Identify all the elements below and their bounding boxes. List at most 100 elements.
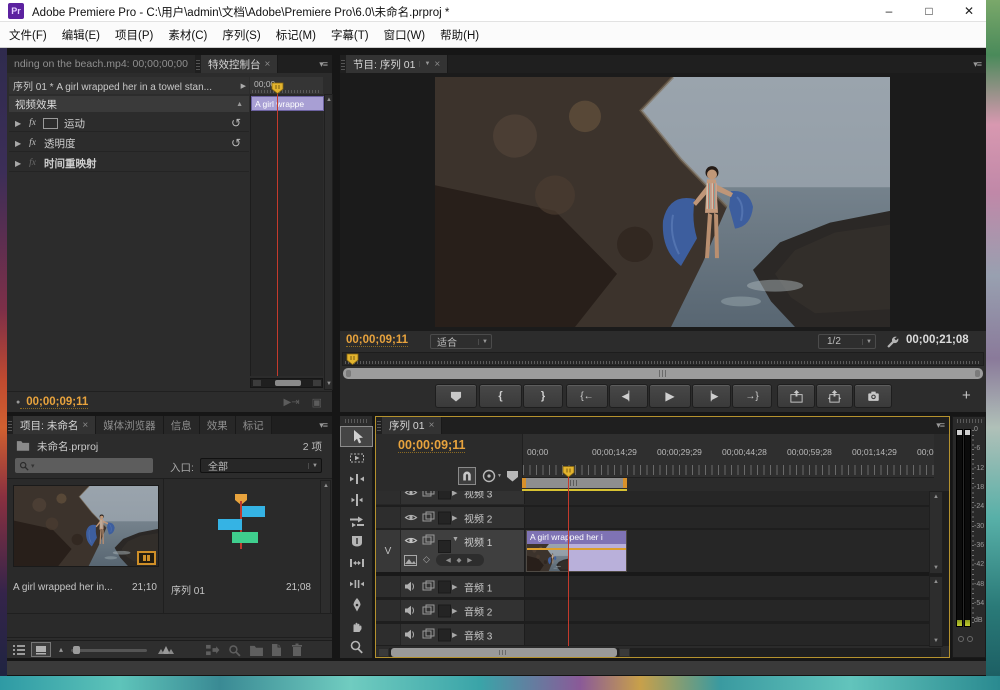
ec-effect-opacity[interactable]: ▶ fx 透明度 ↺ (9, 135, 249, 152)
work-area-bar[interactable] (522, 478, 627, 488)
go-to-out-button[interactable]: →} (732, 384, 772, 408)
menu-title[interactable]: 字幕(T) (331, 27, 369, 43)
tool-razor[interactable] (340, 531, 373, 552)
export-frame-dim-icon[interactable]: ▣ (300, 396, 332, 409)
sequence-icon[interactable] (213, 493, 269, 555)
close-tab-icon[interactable]: × (434, 59, 440, 70)
menu-file[interactable]: 文件(F) (9, 27, 47, 43)
panel-grip[interactable] (345, 419, 368, 423)
new-item-icon[interactable] (270, 643, 283, 657)
opacity-rubber-band[interactable] (527, 548, 626, 550)
tool-hand[interactable] (340, 615, 373, 636)
panel-menu-icon[interactable]: ▾≡ (314, 416, 332, 434)
track-video1[interactable]: V ▼ 视频 1 ◇ ◀ ◆ ▶ (376, 530, 929, 572)
resolution-dropdown[interactable]: 1/2 ▼ (818, 334, 876, 349)
program-playhead-marker[interactable] (346, 353, 359, 365)
ec-section-video-effects[interactable]: 视频效果 ▲ (9, 96, 249, 112)
program-current-time[interactable]: 00;00;09;11 (346, 334, 408, 347)
track-audio2[interactable]: ▶ 音频 2 (376, 600, 929, 621)
settings-wrench-icon[interactable] (885, 335, 899, 349)
tab-effect-controls[interactable]: 特效控制台 × (201, 55, 278, 73)
menu-clip[interactable]: 素材(C) (168, 27, 207, 43)
project-item-sequence[interactable]: 序列 01 21;08 (165, 483, 317, 611)
automate-to-sequence-icon[interactable] (205, 644, 220, 656)
search-caret-icon[interactable]: ▾ (29, 462, 35, 470)
sync-lock-icon[interactable] (422, 604, 435, 616)
expand-icon[interactable]: ▶ (9, 119, 21, 128)
encore-chapter-marker-button[interactable]: ▼ (482, 467, 502, 485)
track-audio3[interactable]: ▶ 音频 3 (376, 624, 929, 645)
tool-slip[interactable] (340, 552, 373, 573)
tab-project[interactable]: 项目: 未命名 × (13, 416, 96, 434)
minimize-button[interactable]: – (872, 0, 906, 22)
toggle-output-eye-icon[interactable] (404, 491, 418, 498)
add-marker-button[interactable] (435, 384, 477, 408)
slider-knob[interactable] (73, 646, 80, 654)
panel-grip[interactable] (8, 419, 12, 431)
maximize-button[interactable]: □ (912, 0, 946, 22)
speaker-icon[interactable] (404, 605, 416, 616)
panel-grip[interactable] (196, 58, 200, 70)
menu-marker[interactable]: 标记(M) (276, 27, 316, 43)
find-icon[interactable] (228, 644, 241, 657)
tab-media-browser[interactable]: 媒体浏览器 (96, 416, 164, 434)
thumbnail-zoom-slider[interactable] (71, 649, 147, 652)
tool-rolling-edit[interactable] (340, 489, 373, 510)
sync-lock-icon[interactable] (422, 534, 435, 546)
entry-dropdown[interactable]: 全部 ▼ (200, 458, 322, 473)
fit-dropdown[interactable]: 适合 ▼ (430, 334, 492, 349)
clip-item-name[interactable]: A girl wrapped her in... (13, 582, 113, 593)
toggle-output-eye-icon[interactable] (404, 535, 418, 546)
project-item-clip[interactable]: A girl wrapped her in... 21;10 (11, 483, 159, 611)
ec-playhead-marker[interactable] (271, 82, 284, 94)
speaker-icon[interactable] (404, 581, 416, 592)
tab-program-monitor[interactable]: 节目: 序列 01 ▼ × (346, 55, 448, 73)
step-forward-button[interactable]: ▕▶ (692, 384, 731, 408)
delete-trash-icon[interactable] (291, 643, 303, 657)
menu-edit[interactable]: 编辑(E) (62, 27, 100, 43)
lift-button[interactable] (777, 384, 815, 408)
track-video2[interactable]: ▶ 视频 2 (376, 507, 929, 528)
panel-grip[interactable] (957, 419, 982, 423)
close-tab-icon[interactable]: × (264, 59, 270, 70)
tool-selection[interactable] (340, 426, 373, 447)
panel-menu-icon[interactable]: ▾≡ (968, 55, 986, 73)
scroll-handle[interactable] (275, 380, 301, 386)
audio-tracks-scrollbar[interactable]: ▲ ▼ (929, 576, 943, 647)
program-ruler[interactable] (342, 352, 984, 366)
ec-effect-time-remap[interactable]: ▶ fx 时间重映射 (9, 155, 249, 172)
ec-clip-bar[interactable]: A girl wrappe (251, 96, 324, 111)
ec-mini-timeline[interactable]: A girl wrappe (250, 94, 323, 376)
tab-info[interactable]: 信息 (164, 416, 200, 434)
time-ruler[interactable]: 00;00 00;00;14;29 00;00;29;29 00;00;44;2… (522, 434, 934, 478)
icon-view-button[interactable] (31, 642, 51, 657)
project-vscrollbar[interactable]: ▲ (320, 480, 331, 614)
button-editor-plus[interactable]: + (962, 387, 971, 404)
list-view-icon[interactable] (12, 644, 26, 656)
sync-lock-icon[interactable] (422, 628, 435, 640)
close-tab-icon[interactable]: × (429, 420, 435, 431)
collapse-track-icon[interactable]: ▼ (452, 536, 459, 543)
sync-lock-icon[interactable] (422, 511, 435, 523)
show-keyframes-icon[interactable]: ▶ (241, 82, 249, 90)
ec-effect-motion[interactable]: ▶ fx 运动 ↺ (9, 115, 249, 132)
panel-menu-icon[interactable]: ▾≡ (314, 55, 332, 73)
tab-effects[interactable]: 效果 (200, 416, 236, 434)
track-video3-partial[interactable]: ▶ 视频 3 (376, 491, 929, 505)
export-frame-button[interactable] (854, 384, 892, 408)
tool-pen[interactable] (340, 594, 373, 615)
zoom-out-icon[interactable]: ▴ (59, 645, 63, 654)
tab-sequence-01[interactable]: 序列 01 × (382, 417, 442, 434)
ec-mini-hscrollbar[interactable] (250, 378, 323, 388)
menu-window[interactable]: 窗口(W) (384, 27, 426, 43)
timeline-hscrollbar[interactable] (378, 648, 941, 657)
tool-zoom[interactable] (340, 636, 373, 657)
new-bin-icon[interactable] (249, 644, 264, 656)
mark-out-button[interactable]: } (523, 384, 563, 408)
menu-project[interactable]: 项目(P) (115, 27, 153, 43)
target-track-v[interactable]: V (376, 530, 401, 572)
add-keyframe-icon[interactable]: ◇ (423, 554, 430, 565)
close-tab-icon[interactable]: × (82, 420, 88, 431)
search-input[interactable]: ▾ (15, 458, 153, 473)
reset-effect-icon[interactable]: ↺ (231, 116, 249, 130)
